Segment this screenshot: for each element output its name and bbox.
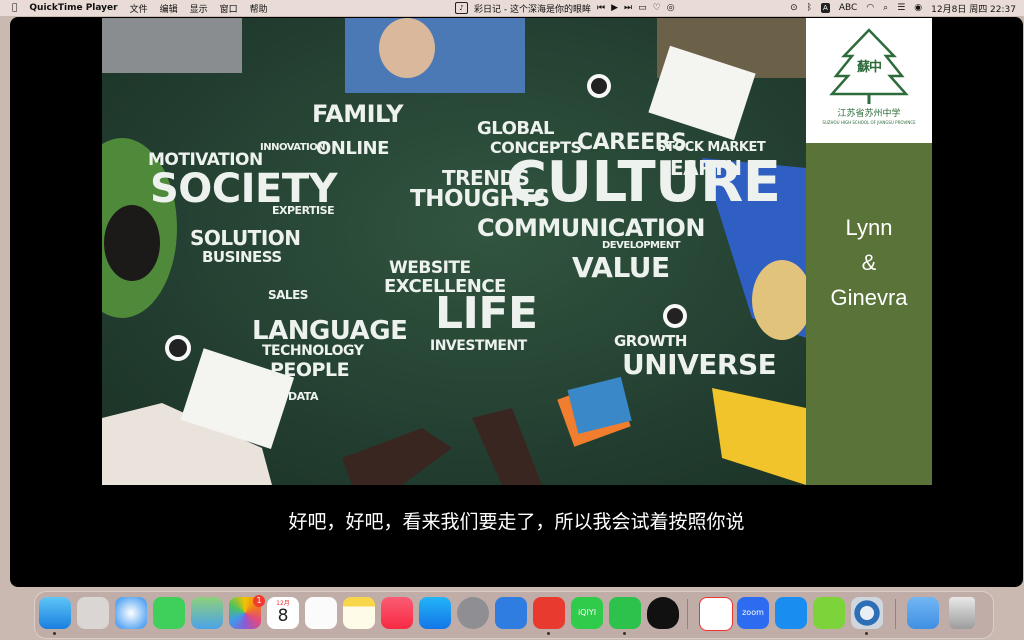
word-communication: COMMUNICATION — [477, 214, 705, 242]
school-name-english: SUZHOU HIGH SCHOOL OF JIANGSU PROVINCE — [822, 120, 916, 125]
control-center-icon[interactable]: ☰ — [897, 0, 905, 16]
word-language: LANGUAGE — [252, 316, 408, 346]
menu-help[interactable]: 帮助 — [250, 2, 268, 15]
like-icon[interactable]: ♡ — [653, 0, 661, 16]
word-global: GLOBAL — [477, 118, 555, 139]
word-motivation: MOTIVATION — [148, 150, 263, 170]
menu-file[interactable]: 文件 — [130, 2, 148, 15]
app-store-icon[interactable] — [419, 597, 451, 629]
video-subtitle: 好吧，好吧，看来我们要走了，所以我会试着按照你说 — [288, 511, 745, 533]
siri-icon[interactable]: ◉ — [914, 0, 922, 16]
menu-edit[interactable]: 编辑 — [160, 2, 178, 15]
messages-icon[interactable] — [153, 597, 185, 629]
presenter-name-2: Ginevra — [830, 285, 908, 310]
system-preferences-icon[interactable] — [457, 597, 489, 629]
notification-badge: 1 — [253, 595, 265, 607]
word-investment: INVESTMENT — [430, 338, 527, 354]
menu-view[interactable]: 显示 — [190, 2, 208, 15]
netease-music-icon[interactable]: ♪ — [455, 2, 468, 14]
running-indicator — [623, 632, 626, 635]
iqiyi-label: iQIYI — [577, 608, 597, 617]
quicktime-icon[interactable] — [851, 597, 883, 629]
word-value: VALUE — [572, 251, 670, 284]
app-menu[interactable]: QuickTime Player — [29, 3, 117, 13]
word-earth: EARTH — [670, 156, 742, 180]
word-life: LIFE — [435, 288, 538, 339]
apple-menu-icon[interactable]:  — [12, 0, 17, 16]
downloads-folder-icon[interactable] — [907, 597, 939, 629]
wps-office-icon[interactable] — [699, 597, 733, 631]
person-blue-shirt — [345, 18, 525, 93]
spotlight-search-icon[interactable]: ⌕ — [883, 0, 888, 16]
word-data: DATA — [288, 390, 318, 403]
tencent-meeting-icon[interactable] — [775, 597, 807, 629]
notes-icon[interactable] — [343, 597, 375, 629]
school-name: 江苏省苏州中学 — [837, 109, 901, 119]
bluetooth-icon[interactable]: ᛒ — [807, 0, 812, 16]
word-online: ONLINE — [316, 138, 389, 159]
launchpad-icon[interactable] — [77, 597, 109, 629]
dock: 1 12月 8 iQIYI zoom — [34, 591, 994, 639]
next-track-icon[interactable]: ⏭ — [624, 0, 632, 16]
running-indicator — [547, 632, 550, 635]
word-innovation: INNOVATION — [260, 142, 326, 153]
running-indicator — [865, 632, 868, 635]
person-grey-sleeve — [102, 18, 242, 73]
media-control-icon[interactable]: ⊙ — [790, 0, 798, 16]
music-icon[interactable] — [381, 597, 413, 629]
netease-icon[interactable]: ◎ — [667, 0, 675, 16]
reminders-icon[interactable] — [305, 597, 337, 629]
school-logo-panel: 蘇中 江苏省苏州中学 SUZHOU HIGH SCHOOL OF JIANGSU… — [806, 18, 932, 143]
quicktime-player-window[interactable]: FAMILY SOCIETY MOTIVATION ONLINE GLOBAL … — [10, 17, 1023, 587]
wifi-icon[interactable]: ◠ — [866, 0, 874, 16]
input-source-icon[interactable]: A — [821, 3, 830, 13]
safari-icon[interactable] — [115, 597, 147, 629]
person-dark-arm — [342, 428, 452, 485]
presenter-name-1: Lynn — [845, 215, 893, 240]
word-business: BUSINESS — [202, 248, 282, 266]
play-icon[interactable]: ▶ — [611, 0, 618, 16]
menubar-clock[interactable]: 12月8日 周四 22:37 — [931, 2, 1016, 15]
presenter-names-panel: Lynn & Ginevra — [806, 143, 932, 485]
word-people: PEOPLE — [270, 359, 350, 381]
running-indicator — [53, 632, 56, 635]
dock-separator — [895, 599, 896, 629]
photos-icon[interactable]: 1 — [229, 595, 265, 629]
qq-icon[interactable] — [647, 597, 679, 629]
feishu-icon[interactable] — [495, 597, 527, 629]
input-source-label[interactable]: ABC — [839, 3, 857, 13]
trash-icon[interactable] — [949, 597, 975, 629]
chalkboard-image: FAMILY SOCIETY MOTIVATION ONLINE GLOBAL … — [102, 18, 806, 485]
person-yellow-top — [712, 388, 806, 485]
maps-icon[interactable] — [191, 597, 223, 629]
now-playing-title[interactable]: 彩日记 - 这个深海是你的眼眸 — [474, 2, 591, 15]
word-universe: UNIVERSE — [622, 348, 777, 381]
zoom-label: zoom — [742, 608, 764, 617]
word-website: WEBSITE — [389, 258, 471, 278]
zoom-icon[interactable]: zoom — [737, 597, 769, 629]
school-logo-glyph: 蘇中 — [856, 60, 882, 75]
facetime-icon[interactable] — [813, 597, 845, 629]
video-frame[interactable]: FAMILY SOCIETY MOTIVATION ONLINE GLOBAL … — [102, 18, 932, 485]
menu-bar:  QuickTime Player 文件 编辑 显示 窗口 帮助 ♪ 彩日记 … — [0, 0, 1024, 16]
netease-music-dock-icon[interactable] — [533, 597, 565, 629]
name-ampersand: & — [861, 250, 877, 275]
iqiyi-icon[interactable]: iQIYI — [571, 597, 603, 629]
word-solution: SOLUTION — [190, 226, 301, 250]
word-expertise: EXPERTISE — [272, 204, 335, 217]
finder-icon[interactable] — [39, 597, 71, 629]
dock-separator — [687, 599, 688, 629]
calendar-icon[interactable]: 12月 8 — [267, 597, 299, 629]
word-development: DEVELOPMENT — [602, 240, 681, 251]
calendar-day: 8 — [277, 606, 289, 626]
lyrics-icon[interactable]: ▭ — [638, 0, 647, 16]
menu-window[interactable]: 窗口 — [220, 2, 238, 15]
previous-track-icon[interactable]: ⏮ — [597, 0, 605, 16]
word-sales: SALES — [268, 288, 308, 302]
word-thoughts: THOUGHTS — [410, 186, 550, 212]
word-family: FAMILY — [312, 100, 403, 128]
wechat-icon[interactable] — [609, 597, 641, 629]
word-technology: TECHNOLOGY — [262, 343, 364, 359]
